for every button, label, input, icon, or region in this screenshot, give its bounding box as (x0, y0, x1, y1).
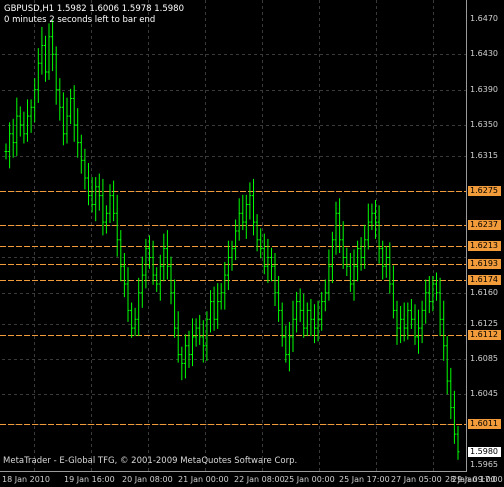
chart-window[interactable]: GBPUSD,H1 1.5982 1.6006 1.5978 1.5980 0 … (0, 0, 504, 487)
level-price-tag: 1.6193 (468, 259, 501, 269)
price-axis-label: 1.6125 (470, 319, 498, 328)
current-price-tag: 1.5980 (468, 447, 501, 457)
time-axis-label: 19 Jan 16:00 (64, 475, 115, 484)
price-axis-label: 1.6045 (470, 389, 498, 398)
grid-lines (2, 0, 466, 471)
level-price-tag: 1.6011 (468, 419, 501, 429)
time-axis-label: 29 Jan 17:00 (452, 475, 503, 484)
copyright-text: MetaTrader - E-Global TFG, © 2001-2009 M… (3, 456, 298, 466)
price-axis-label: 1.6350 (470, 120, 498, 129)
level-price-tag: 1.6112 (468, 330, 501, 340)
price-axis-label: 1.6430 (470, 49, 498, 58)
price-axis-label: 1.6390 (470, 85, 498, 94)
time-axis-label: 22 Jan 08:00 (234, 475, 285, 484)
time-axis-label: 27 Jan 05:00 (391, 475, 442, 484)
price-bars (4, 19, 460, 460)
level-price-tag: 1.6213 (468, 241, 501, 251)
level-price-tag: 1.6237 (468, 220, 501, 230)
level-price-tag: 1.6275 (468, 186, 501, 196)
time-axis-label: 18 Jan 2010 (2, 475, 50, 484)
symbol-header: GBPUSD,H1 1.5982 1.6006 1.5978 1.5980 (4, 4, 184, 14)
price-axis-label: 1.6470 (470, 14, 498, 23)
price-axis-label: 1.6085 (470, 354, 498, 363)
price-chart[interactable] (0, 0, 504, 487)
level-price-tag: 1.6174 (468, 275, 501, 285)
time-axis-label: 25 Jan 17:00 (339, 475, 390, 484)
price-axis-label: 1.6315 (470, 151, 498, 160)
time-axis-label: 25 Jan 00:00 (284, 475, 335, 484)
time-axis-label: 21 Jan 00:00 (178, 475, 229, 484)
horizontal-levels[interactable] (0, 191, 466, 425)
price-axis-label: 1.6160 (470, 288, 498, 297)
bar-countdown: 0 minutes 2 seconds left to bar end (4, 15, 156, 25)
time-axis-label: 20 Jan 08:00 (122, 475, 173, 484)
price-axis-label: 1.5965 (470, 460, 498, 469)
